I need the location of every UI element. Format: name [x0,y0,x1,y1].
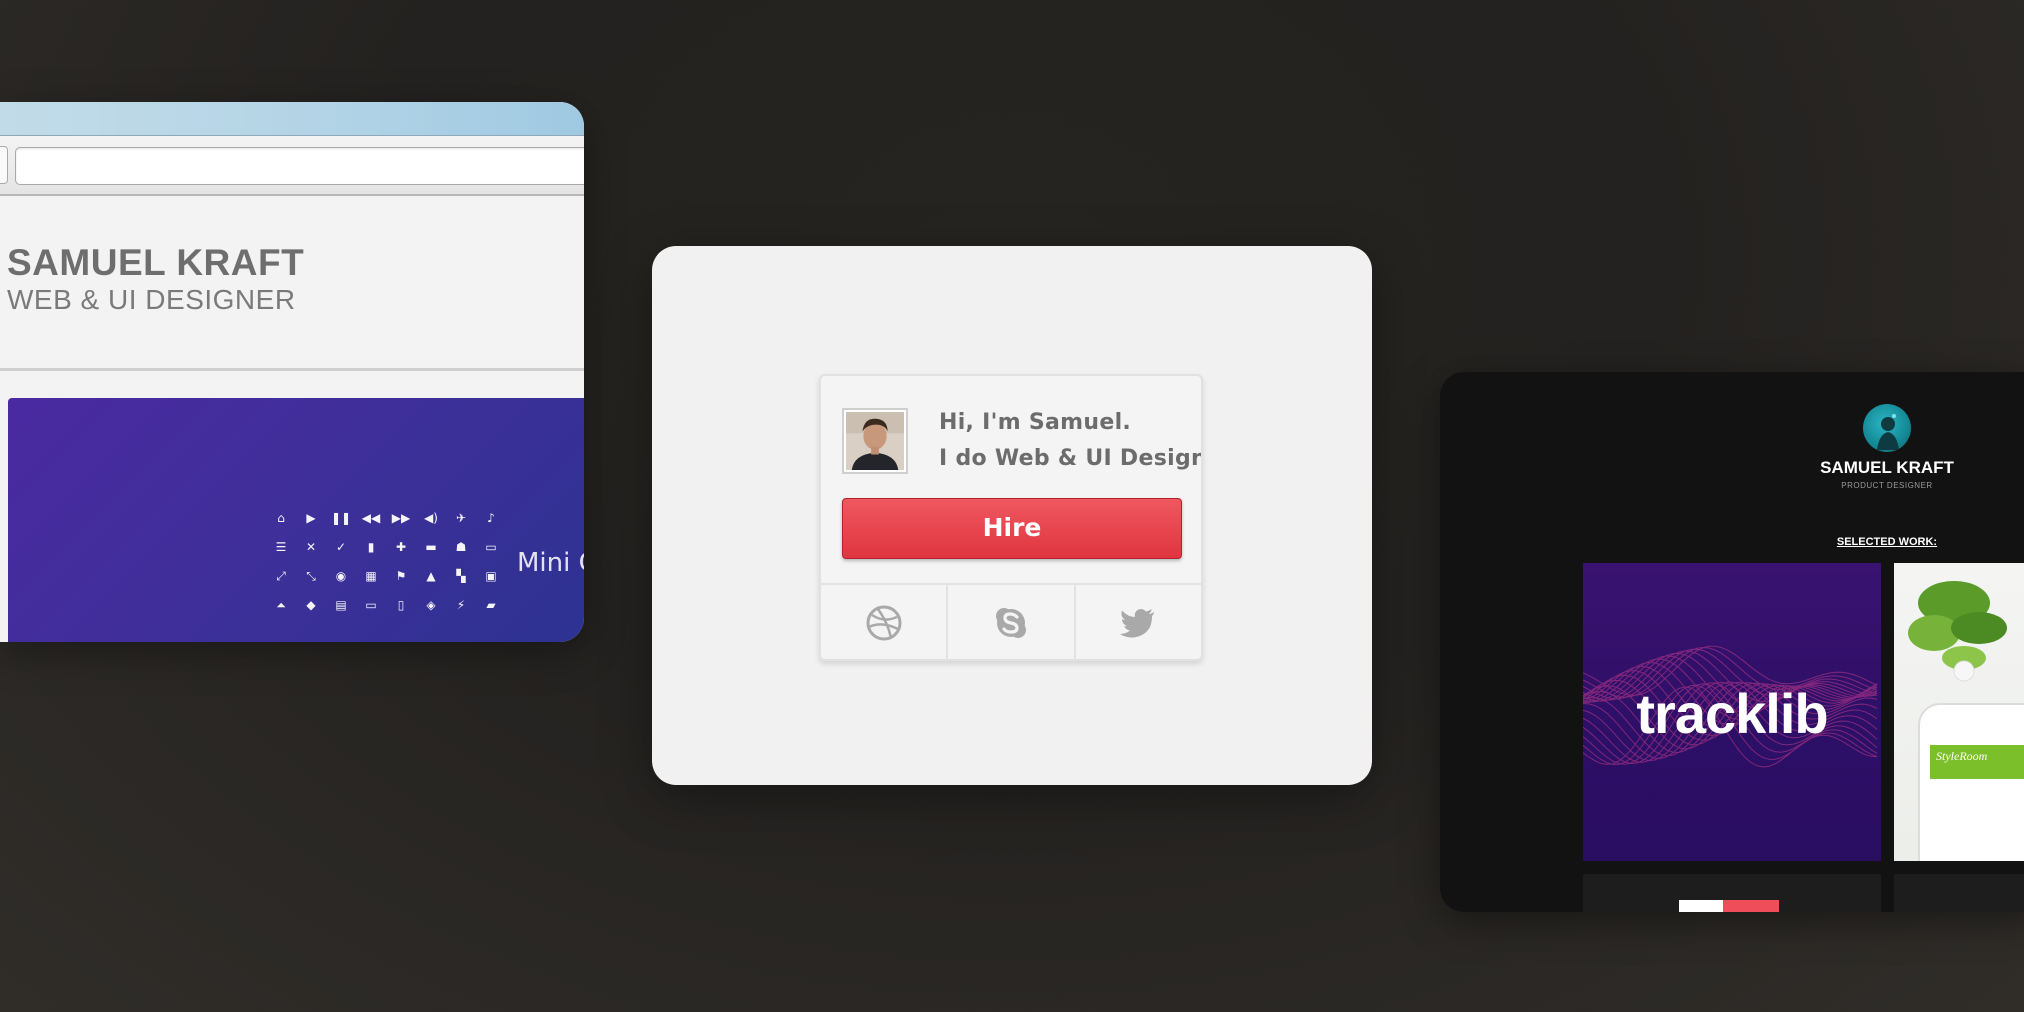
glyph-icon: ▰ [486,598,496,612]
site-name: SAMUEL KRAFT [1820,458,1954,477]
legacy-site-divider [0,368,584,371]
legacy-site-name: SAMUEL KRAFT [7,242,305,283]
glyph-icon: ▲ [426,569,436,583]
glyph-icon: ▦ [365,569,377,583]
glyph-icon: ▭ [485,540,497,554]
site-subtitle: PRODUCT DESIGNER [1841,481,1933,490]
skype-link[interactable] [948,585,1076,659]
app-title: StyleRoom [1936,749,1988,763]
hire-button[interactable]: Hire [842,498,1182,559]
glyph-icon: ⚡ [456,598,466,612]
browser-nav-button[interactable] [0,146,8,184]
glyph-icon: ▣ [485,569,497,583]
twitter-icon [1120,609,1155,638]
mini-glyph-icon-grid: ⌂ ▶ ❚❚ ◀◀ ▶▶ ◀) ✈ ♪ ☰ ✕ ✓ ▮ ✚ ▬ ☗ ▭ ⤢ ⤡ ◉ ▦ ⚑ ▲ ▚ ▣ ⏶ ◆ ▤ ▭ ▯ ◈ ⚡ ▰ [266,509,497,614]
logo-strip-accent [1723,900,1779,912]
glyph-icon: ▤ [335,598,347,612]
glyph-icon: ◆ [306,598,316,612]
browser-titlebar [0,102,584,136]
work-tile-4[interactable] [1894,874,2024,912]
legacy-site-browser-card: SAMUEL KRAFT WEB & UI DESIGNER ⌂ ▶ ❚❚ ◀◀ ▶▶ ◀… [0,102,584,642]
tracklib-wordmark: tracklib [1636,682,1828,745]
glyph-icon: ▮ [367,540,375,554]
glyph-icon: ✚ [395,540,407,554]
glyph-icon: ◉ [335,569,347,583]
selected-work-heading[interactable]: SELECTED WORK: [1807,536,1967,548]
glyph-icon: ⤢ [276,569,286,583]
glyph-icon: ⤡ [306,569,316,583]
avatar [842,408,908,474]
glyph-icon: ▚ [456,569,466,583]
glyph-icon: ✕ [305,540,317,554]
twitter-link[interactable] [1076,585,1201,659]
greeting-line-1: Hi, I'm Samuel. [939,410,1132,435]
skype-icon [995,608,1026,638]
glyph-icon: ▶ [306,511,316,525]
social-links [821,583,1201,659]
glyph-icon: ☗ [455,540,467,554]
glyph-icon: ⌂ [277,511,285,525]
glyph-icon: ✈ [455,511,467,525]
dribbble-link[interactable] [821,585,949,659]
legacy-site-role: WEB & UI DESIGNER [7,284,296,315]
plant-icon [1908,581,2007,682]
diver-portrait-icon [1877,414,1899,450]
glyph-icon: ✓ [335,540,347,554]
hire-widget: Hi, I'm Samuel. I do Web & UI Design. Hi… [819,374,1203,661]
glyph-icon: ⏶ [276,598,286,612]
legacy-site-banner: ⌂ ▶ ❚❚ ◀◀ ▶▶ ◀) ✈ ♪ ☰ ✕ ✓ ▮ ✚ ▬ ☗ ▭ ⤢ ⤡ ◉ ▦ ⚑ ▲ ▚ ▣ ⏶ ◆ ▤ ▭ ▯ ◈ ⚡ ▰ Min… [8,398,584,642]
phone-mockup: StyleRoom [1918,703,2024,861]
glyph-icon: ◀) [424,511,438,525]
glyph-icon: ▯ [397,598,405,612]
glyph-icon: ♪ [487,511,495,525]
portrait-icon [846,412,904,470]
glyph-icon: ◈ [426,598,436,612]
glyph-icon: ☰ [275,540,287,554]
glyph-icon: ▭ [365,598,377,612]
greeting-line-2: I do Web & UI Design. [939,446,1203,471]
browser-address-bar[interactable] [15,147,584,185]
browser-toolbar [0,136,584,196]
glyph-icon: ◀◀ [361,511,381,525]
banner-label: Mini G [517,548,584,578]
avatar [1863,404,1911,452]
work-tile-3[interactable] [1583,874,1881,912]
hire-widget-card: Hi, I'm Samuel. I do Web & UI Design. Hi… [652,246,1372,785]
glyph-icon: ⚑ [395,569,407,583]
dribbble-icon [866,605,902,641]
work-tile-styleroom[interactable]: StyleRoom [1894,563,2024,861]
glyph-icon: ▬ [425,540,437,554]
modern-portfolio-card: SAMUEL KRAFT PRODUCT DESIGNER SELECTED W… [1440,372,2024,912]
glyph-icon: ❚❚ [330,511,352,525]
glyph-icon: ▶▶ [391,511,411,525]
work-tile-tracklib[interactable]: tracklib [1583,563,1881,861]
